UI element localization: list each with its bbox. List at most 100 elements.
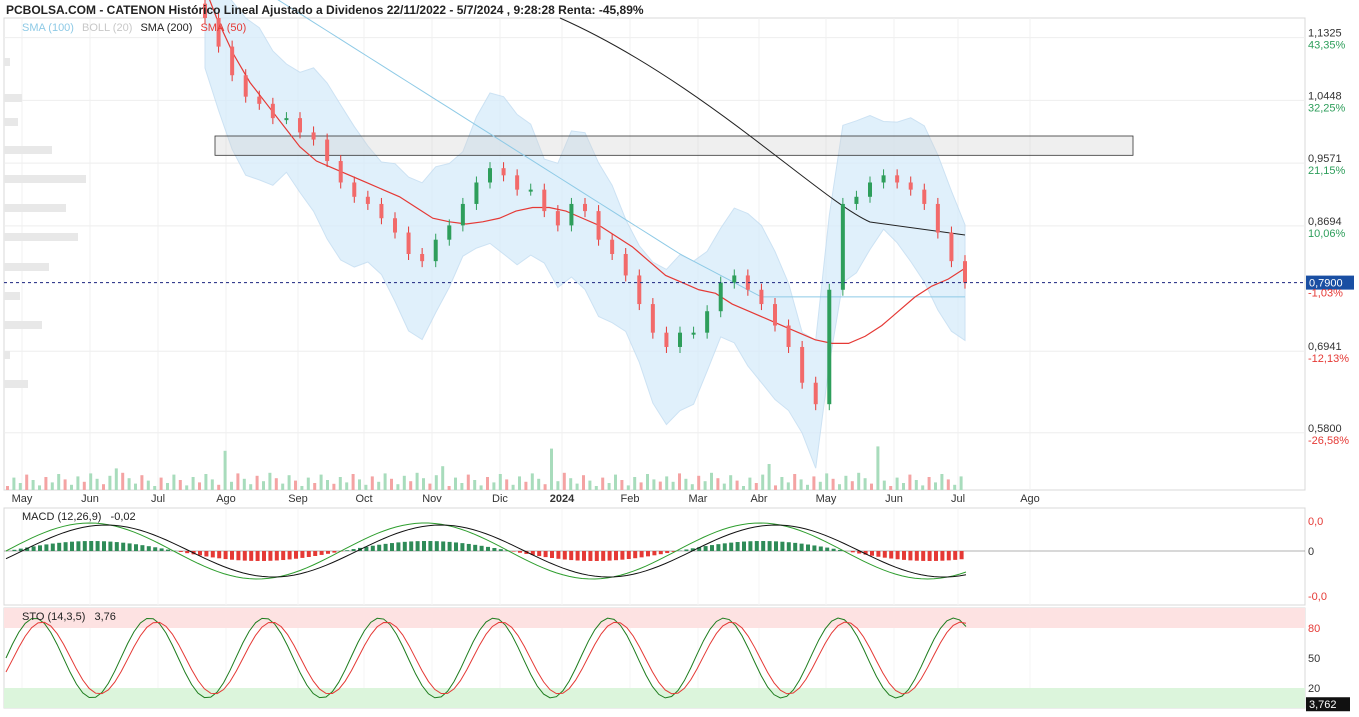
candle-body [787, 326, 791, 347]
volume-bar [108, 476, 111, 490]
macd-histogram-bar [409, 541, 413, 551]
y-tick-label: 1,0448 [1308, 90, 1342, 102]
volume-bar [659, 482, 662, 490]
volume-bar [569, 478, 572, 490]
macd-histogram-bar [620, 551, 624, 560]
volume-bar [537, 479, 540, 490]
volume-profile-bar [4, 175, 86, 183]
volume-bar [947, 479, 950, 490]
candle-body [230, 47, 234, 76]
volume-bar [364, 485, 367, 490]
macd-name: MACD (12,26,9) [22, 511, 101, 523]
volume-bar [160, 478, 163, 490]
volume-bar [819, 482, 822, 490]
volume-bar [512, 485, 515, 490]
sto-tick-label: 50 [1308, 653, 1320, 665]
macd-histogram-bar [883, 551, 887, 558]
macd-histogram-bar [236, 551, 240, 560]
volume-bar [665, 476, 668, 490]
y-tick-label: 0,8694 [1308, 216, 1342, 228]
macd-histogram-bar [217, 551, 221, 558]
price-legend: SMA (100) BOLL (20) SMA (200) SMA (50) [22, 22, 251, 34]
legend-boll20[interactable]: BOLL (20) [82, 22, 132, 34]
x-tick-label: Feb [621, 493, 640, 505]
resistance-zone [215, 136, 1133, 155]
macd-histogram-bar [633, 551, 637, 558]
macd-histogram-bar [723, 543, 727, 551]
volume-bar [684, 479, 687, 490]
candle-body [474, 182, 478, 203]
volume-bar [198, 482, 201, 490]
legend-sma100[interactable]: SMA (100) [22, 22, 74, 34]
macd-histogram-bar [851, 551, 855, 552]
x-tick-label: Nov [422, 493, 442, 505]
volume-bar [172, 475, 175, 490]
volume-bar [601, 478, 604, 490]
macd-histogram-bar [416, 541, 420, 551]
macd-histogram-bar [51, 544, 55, 551]
volume-bar [838, 484, 841, 490]
volume-bar [121, 473, 124, 490]
legend-sma50[interactable]: SMA (50) [200, 22, 246, 34]
volume-bar [870, 484, 873, 490]
macd-histogram-bar [787, 542, 791, 551]
volume-bar [736, 481, 739, 490]
macd-histogram-bar [384, 544, 388, 551]
candle-body [678, 333, 682, 347]
macd-histogram-bar [876, 551, 880, 557]
x-tick-label: Dic [492, 493, 508, 505]
volume-bar [851, 481, 854, 490]
volume-profile-bar [4, 263, 49, 271]
volume-bar [128, 478, 131, 490]
volume-bar [454, 478, 457, 490]
sto-value: 3,76 [94, 611, 115, 623]
volume-bar [192, 477, 195, 490]
volume-bar [32, 480, 35, 490]
macd-histogram-bar [940, 551, 944, 561]
macd-histogram-bar [64, 542, 68, 551]
y-tick-label: 0,5800 [1308, 423, 1342, 435]
volume-bar [166, 483, 169, 490]
macd-histogram-bar [902, 551, 906, 560]
macd-histogram-bar [793, 543, 797, 551]
candle-body [271, 104, 275, 118]
macd-histogram-bar [102, 541, 106, 551]
macd-histogram-bar [147, 546, 151, 551]
volume-bar [928, 477, 931, 490]
volume-bar [806, 485, 809, 490]
candle-body [312, 132, 316, 139]
volume-bar [793, 474, 796, 490]
volume-bar [473, 480, 476, 490]
volume-bar [588, 481, 591, 490]
volume-profile-bar [4, 233, 78, 241]
candle-body [868, 182, 872, 196]
volume-bar [268, 473, 271, 490]
legend-sma200[interactable]: SMA (200) [140, 22, 192, 34]
volume-bar [774, 485, 777, 490]
macd-histogram-bar [928, 551, 932, 561]
volume-bar [134, 484, 137, 490]
volume-bar [377, 482, 380, 490]
macd-histogram-bar [512, 551, 516, 552]
macd-histogram-bar [729, 543, 733, 551]
volume-bar [384, 473, 387, 490]
macd-histogram-bar [908, 551, 912, 560]
volume-bar [800, 479, 803, 490]
candle-body [284, 118, 288, 120]
macd-histogram-bar [377, 545, 381, 551]
last-price-pct: -1,03% [1308, 288, 1343, 300]
volume-bar [19, 483, 22, 490]
macd-histogram-bar [659, 551, 663, 554]
candle-body [434, 240, 438, 261]
volume-profile-bar [4, 204, 66, 212]
macd-histogram-bar [569, 551, 573, 560]
volume-bar [480, 485, 483, 490]
volume-bar [320, 475, 323, 490]
candle-body [502, 168, 506, 175]
candle-body [244, 75, 248, 96]
macd-histogram-bar [352, 549, 356, 551]
macd-histogram-bar [896, 551, 900, 559]
chart-svg[interactable]: 1,132543,35%1,044832,25%0,957121,15%0,86… [0, 0, 1359, 712]
macd-histogram-bar [390, 543, 394, 551]
volume-bar [448, 486, 451, 490]
